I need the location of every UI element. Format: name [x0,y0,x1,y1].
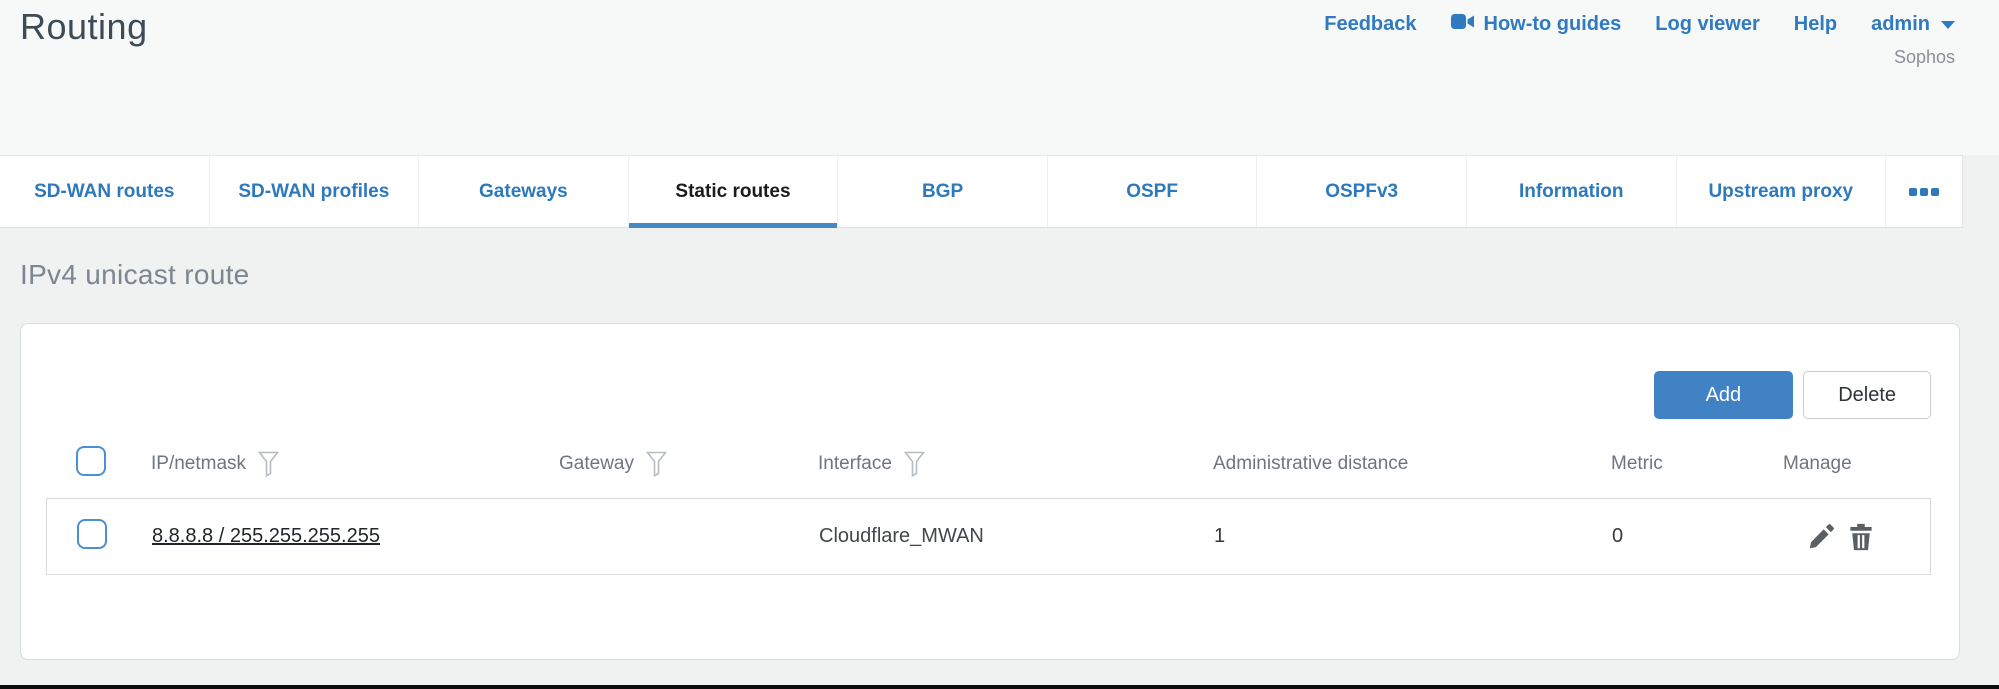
row-interface: Cloudflare_MWAN [819,525,1214,548]
howto-guides-link[interactable]: How-to guides [1451,13,1622,36]
table-header-row: IP/netmask Gateway Interface Administrat… [46,440,1931,488]
table-row: 8.8.8.8 / 255.255.255.255 Cloudflare_MWA… [46,498,1931,575]
column-header-gateway: Gateway [559,453,634,475]
edit-pencil-icon[interactable] [1806,522,1836,552]
page-header: Routing Feedback How-to guides Log viewe… [0,0,1999,155]
page-title: Routing [20,6,148,48]
tab-bgp[interactable]: BGP [838,156,1048,227]
howto-guides-label: How-to guides [1484,13,1622,36]
row-manage-actions [1784,522,1934,552]
ellipsis-icon [1909,188,1939,196]
filter-icon[interactable] [904,451,925,477]
user-menu-label: admin [1871,13,1930,36]
tab-ospf[interactable]: OSPF [1048,156,1258,227]
tab-static-routes[interactable]: Static routes [629,156,839,227]
tab-upstream-proxy[interactable]: Upstream proxy [1677,156,1887,227]
tab-gateways[interactable]: Gateways [419,156,629,227]
select-all-checkbox[interactable] [76,446,106,476]
column-header-ip-netmask: IP/netmask [151,453,246,475]
tab-sd-wan-profiles[interactable]: SD-WAN profiles [210,156,420,227]
chevron-down-icon [1941,21,1955,29]
section-title: IPv4 unicast route [20,259,250,291]
column-header-admin-distance: Administrative distance [1213,453,1408,475]
content-area: IPv4 unicast route Add Delete IP/netmask… [0,229,1999,689]
row-admin-distance: 1 [1214,525,1612,548]
row-checkbox[interactable] [77,519,107,549]
delete-button[interactable]: Delete [1803,371,1931,419]
column-header-metric: Metric [1611,453,1663,475]
add-button[interactable]: Add [1654,371,1794,419]
table-toolbar: Add Delete [21,324,1959,419]
tab-ospfv3[interactable]: OSPFv3 [1257,156,1467,227]
column-header-manage: Manage [1783,453,1852,475]
video-camera-icon [1451,13,1475,36]
tab-bar: SD-WAN routes SD-WAN profiles Gateways S… [0,155,1963,228]
help-link[interactable]: Help [1794,13,1837,36]
tab-information[interactable]: Information [1467,156,1677,227]
tab-sd-wan-routes[interactable]: SD-WAN routes [0,156,210,227]
routes-card: Add Delete IP/netmask Gateway Interface [20,323,1960,660]
log-viewer-link[interactable]: Log viewer [1655,13,1759,36]
top-nav: Feedback How-to guides Log viewer Help a… [1324,13,1955,36]
routing-page: Routing Feedback How-to guides Log viewe… [0,0,1999,155]
org-name: Sophos [1894,47,1955,68]
row-metric: 0 [1612,525,1784,548]
route-ip-link[interactable]: 8.8.8.8 / 255.255.255.255 [152,525,380,547]
bottom-edge-bar [0,685,1999,689]
delete-trash-icon[interactable] [1846,522,1876,552]
filter-icon[interactable] [258,451,279,477]
feedback-link[interactable]: Feedback [1324,13,1416,36]
user-menu[interactable]: admin [1871,13,1955,36]
tab-more-button[interactable] [1886,156,1962,227]
column-header-interface: Interface [818,453,892,475]
filter-icon[interactable] [646,451,667,477]
